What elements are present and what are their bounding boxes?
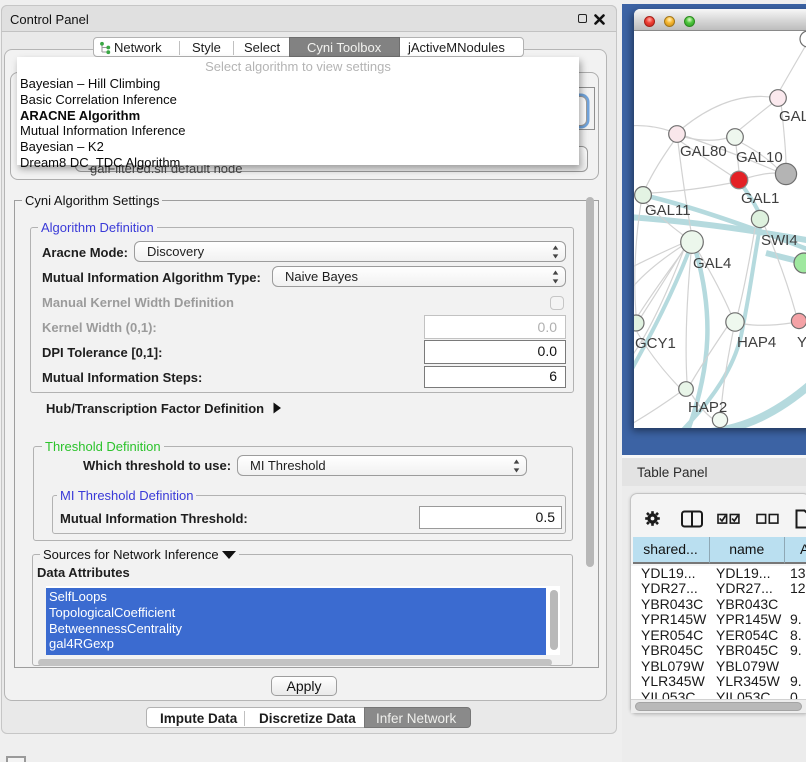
svg-text:SWI4: SWI4 (761, 232, 798, 249)
svg-text:GAL10: GAL10 (736, 149, 783, 166)
svg-text:HAP4: HAP4 (737, 334, 776, 351)
svg-text:GCY1: GCY1 (635, 335, 676, 352)
svg-text:GAL11: GAL11 (645, 202, 691, 219)
svg-text:GAL1: GAL1 (741, 190, 779, 207)
svg-text:Y: Y (797, 334, 806, 351)
svg-text:GAL80: GAL80 (680, 143, 727, 160)
svg-text:HAP2: HAP2 (688, 399, 727, 416)
svg-text:GAL4: GAL4 (693, 255, 731, 272)
svg-text:GAL2: GAL2 (779, 108, 806, 125)
